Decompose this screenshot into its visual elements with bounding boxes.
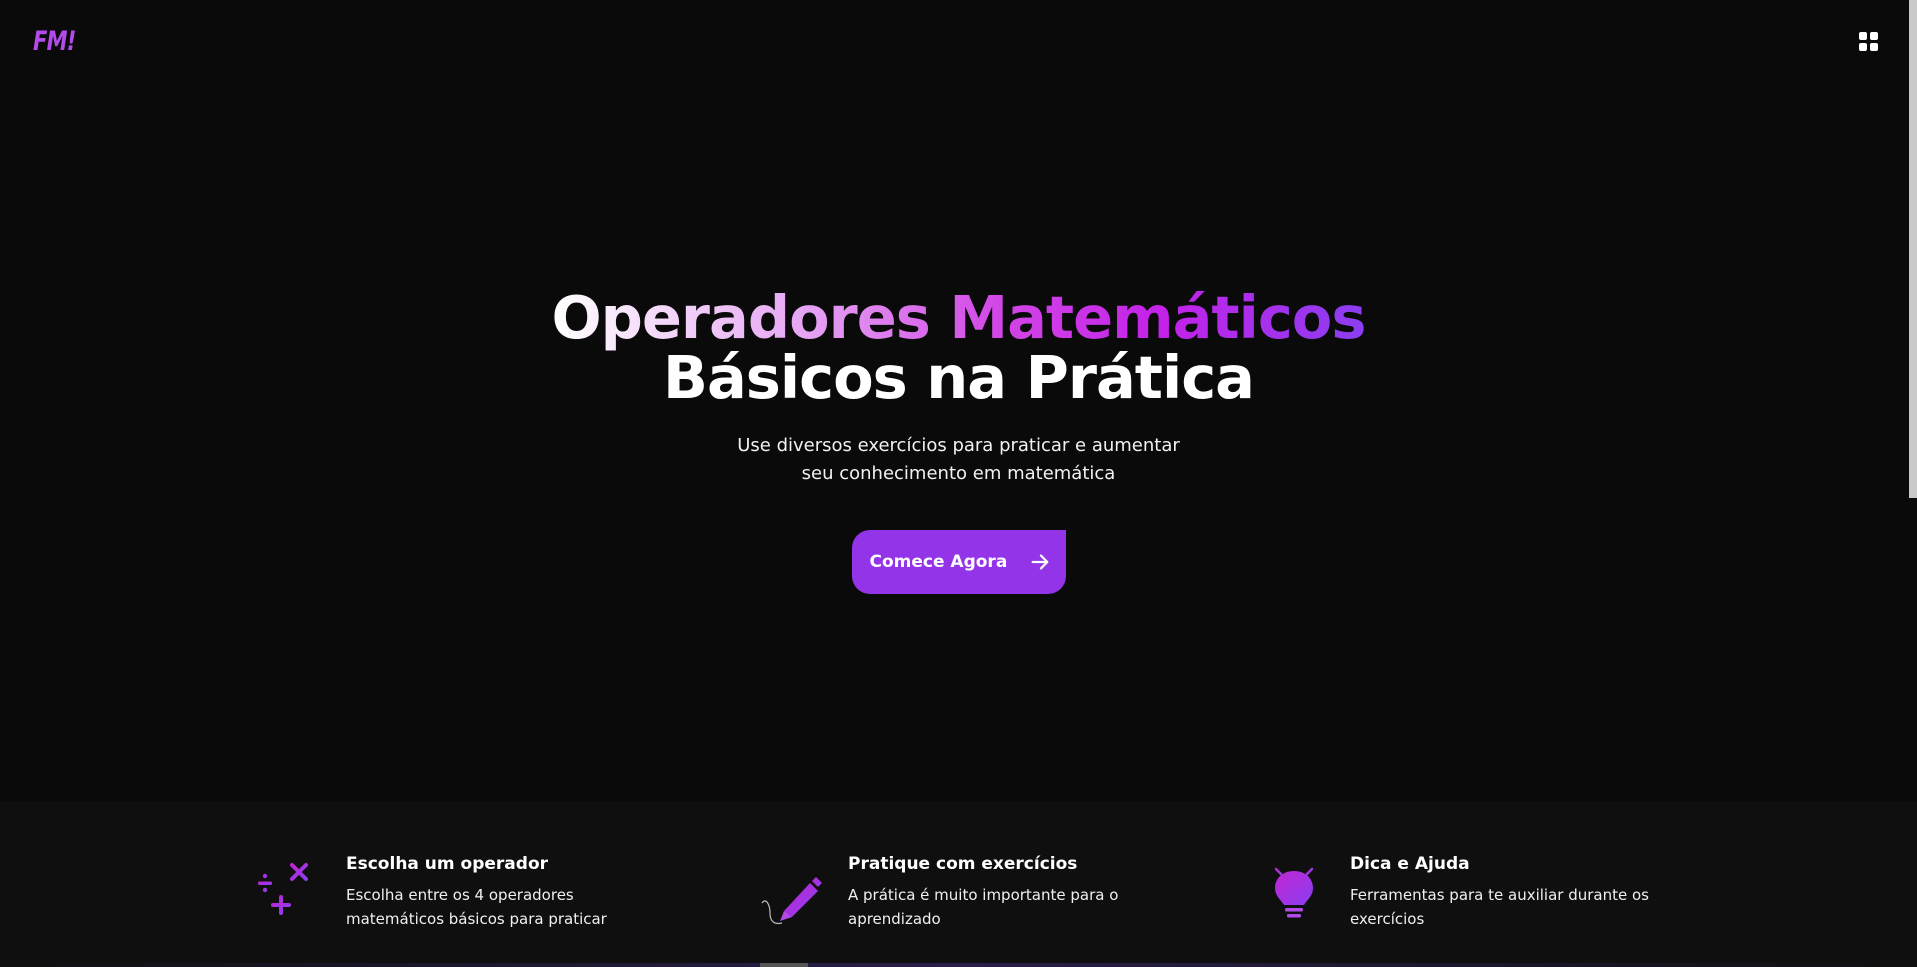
grid-menu-icon[interactable] [1859, 32, 1879, 52]
bottom-divider [0, 963, 1917, 967]
features-section: Escolha um operador Escolha entre os 4 o… [0, 801, 1917, 967]
lightbulb-icon [1262, 859, 1326, 918]
arrow-right-icon [1031, 554, 1049, 570]
horizontal-scrollbar-thumb[interactable] [760, 963, 808, 967]
feature-title: Pratique com exercícios [848, 854, 1078, 874]
feature-practice: Pratique com exercícios A prática é muit… [758, 851, 1178, 941]
math-operators-icon [258, 863, 320, 915]
feature-title: Dica e Ajuda [1350, 854, 1470, 874]
start-now-label: Comece Agora [869, 552, 1008, 572]
hero-title-line2: Básicos na Prática [662, 343, 1255, 412]
hero-title-highlight: Operadores Matemáticos [551, 283, 1367, 352]
feature-tips-help: Dica e Ajuda Ferramentas para te auxilia… [1260, 851, 1680, 941]
hero-title: Operadores Matemáticos Básicos na Prátic… [0, 288, 1917, 408]
feature-description: A prática é muito importante para o apre… [848, 886, 1119, 928]
feature-title: Escolha um operador [346, 854, 549, 874]
pencil-icon [761, 877, 822, 925]
hero-section: Operadores Matemáticos Básicos na Prátic… [0, 288, 1917, 594]
hero-subtitle: Use diversos exercícios para praticar e … [737, 435, 1180, 484]
feature-description: Ferramentas para te auxiliar durante os … [1350, 886, 1649, 928]
feature-choose-operator: Escolha um operador Escolha entre os 4 o… [256, 851, 676, 941]
start-now-button[interactable]: Comece Agora [851, 530, 1066, 594]
feature-description: Escolha entre os 4 operadores matemático… [346, 886, 607, 928]
logo[interactable]: FM! [33, 26, 76, 57]
